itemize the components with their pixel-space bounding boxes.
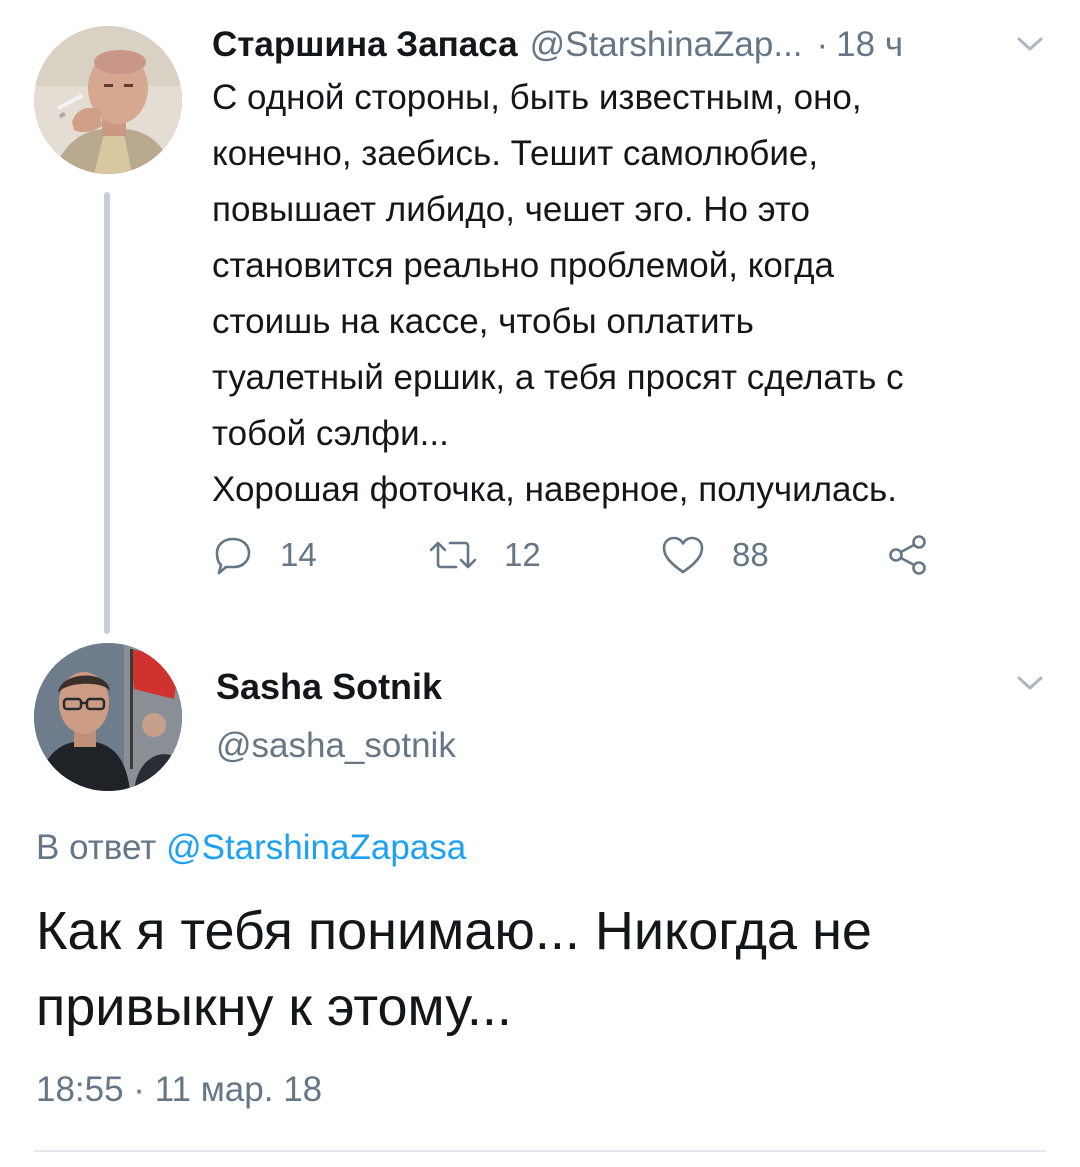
chevron-down-icon[interactable] <box>1015 673 1045 693</box>
reply-tweet-text: Как я тебя понимаю... Никогда не привыкн… <box>36 901 872 1037</box>
retweet-icon <box>428 534 478 576</box>
avatar-photo <box>34 26 182 174</box>
reply-author-avatar[interactable] <box>34 643 182 791</box>
share-button[interactable] <box>886 527 930 583</box>
bottom-divider <box>34 1150 1046 1152</box>
reply-context: В ответ @StarshinaZapasa <box>36 828 466 868</box>
thread-connector-line <box>104 192 110 634</box>
chevron-down-icon[interactable] <box>1015 34 1045 54</box>
parent-author-handle[interactable]: @StarshinaZap... <box>530 25 803 65</box>
like-count: 88 <box>732 536 769 573</box>
share-icon <box>886 533 930 577</box>
retweet-button[interactable]: 12 <box>428 527 541 583</box>
like-button[interactable]: 88 <box>660 527 769 583</box>
parent-tweet-actions: 14 12 88 <box>212 527 972 583</box>
reply-author-name[interactable]: Sasha Sotnik <box>216 666 442 708</box>
parent-author-avatar[interactable] <box>34 26 182 174</box>
reply-author-handle[interactable]: @sasha_sotnik <box>216 726 456 766</box>
parent-tweet-time[interactable]: 18 ч <box>836 25 903 65</box>
reply-tweet-timestamp[interactable]: 18:55 · 11 мар. 18 <box>36 1070 322 1110</box>
header-separator: · <box>816 25 829 64</box>
parent-author-name[interactable]: Старшина Запаса <box>212 25 518 65</box>
reply-count: 14 <box>280 536 317 573</box>
avatar-photo <box>34 643 182 791</box>
heart-icon <box>660 534 706 576</box>
reply-button[interactable]: 14 <box>212 527 317 583</box>
parent-tweet-text: С одной стороны, быть известным, оно, ко… <box>212 78 904 509</box>
reply-icon <box>212 534 254 576</box>
parent-tweet-header: Старшина Запаса @StarshinaZap... · 18 ч <box>212 20 1052 70</box>
retweet-count: 12 <box>504 536 541 573</box>
reply-to-label: В ответ <box>36 828 157 867</box>
reply-to-mention-link[interactable]: @StarshinaZapasa <box>166 828 466 867</box>
